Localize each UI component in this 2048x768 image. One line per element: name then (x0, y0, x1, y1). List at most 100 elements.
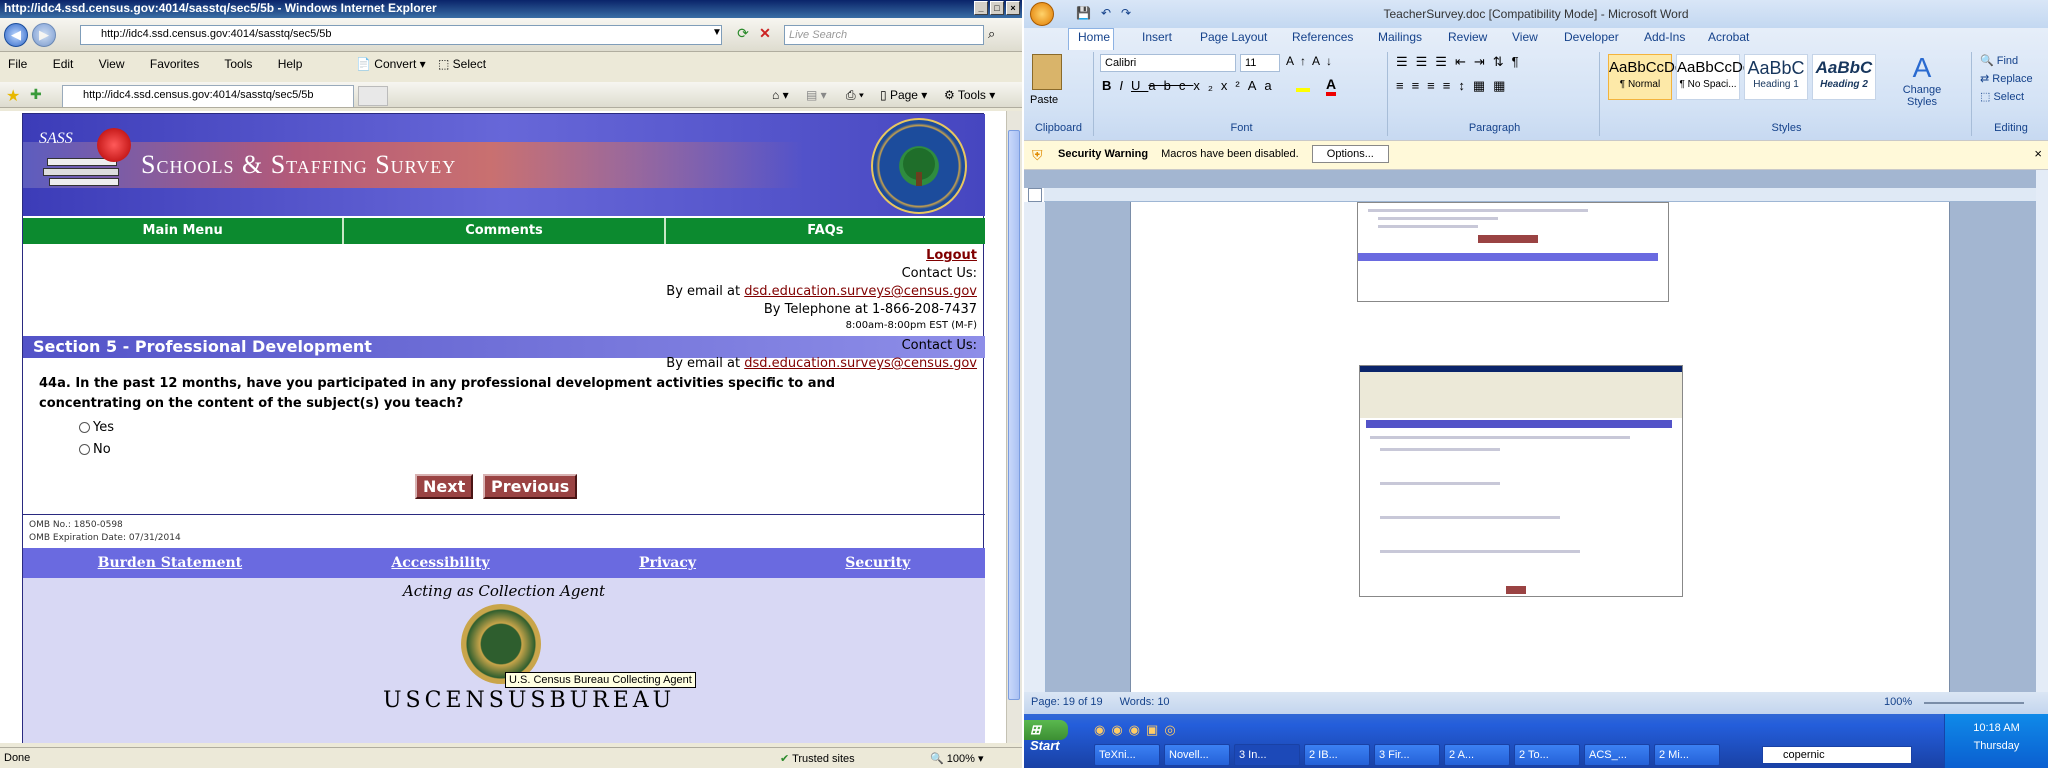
page-menu[interactable]: ▯ Page ▾ (880, 88, 927, 102)
word-scrollbar[interactable] (2036, 170, 2048, 692)
zoom-slider[interactable] (1924, 702, 2024, 704)
task-ib[interactable]: 2 IB... (1304, 744, 1370, 766)
address-bar[interactable]: http://idc4.ssd.census.gov:4014/sasstq/s… (80, 25, 722, 45)
font-color-icon[interactable]: A (1326, 76, 1337, 96)
radio-yes[interactable] (79, 422, 90, 433)
replace-button[interactable]: ⇄ Replace (1980, 72, 2033, 85)
security-link[interactable]: Security (845, 555, 910, 571)
minimize-button[interactable]: _ (974, 1, 988, 15)
menu-view[interactable]: View (99, 57, 125, 71)
grow-shrink-icons[interactable]: A↑A↓ (1286, 54, 1338, 68)
find-button[interactable]: 🔍 Find (1980, 54, 2018, 67)
copernic-search[interactable]: copernic (1762, 746, 1912, 764)
task-ie[interactable]: 3 In... (1234, 744, 1300, 766)
back-icon[interactable]: ◀ (4, 23, 28, 47)
refresh-icon[interactable]: ⟳ (734, 25, 752, 45)
tools-menu[interactable]: ⚙ Tools ▾ (944, 88, 995, 102)
task-to[interactable]: 2 To... (1514, 744, 1580, 766)
select-button[interactable]: ⬚ Select (438, 57, 486, 71)
close-button[interactable]: × (1006, 1, 1020, 15)
home-icon[interactable]: ⌂ ▾ (772, 88, 789, 102)
print-icon[interactable]: ⎙ ▾ (846, 88, 864, 103)
radio-no[interactable] (79, 444, 90, 455)
font-size-box[interactable]: 11 (1240, 54, 1280, 72)
style-no-spacing[interactable]: AaBbCcDc ¶ No Spaci... (1676, 54, 1750, 100)
task-acrobat[interactable]: 2 A... (1444, 744, 1510, 766)
tab-insert[interactable]: Insert (1142, 30, 1172, 44)
option-no[interactable]: No (79, 442, 111, 457)
align-icons[interactable]: ≡≡≡≡↕▦▦ (1396, 78, 1513, 94)
burden-statement-link[interactable]: Burden Statement (98, 555, 243, 571)
paste-label[interactable]: Paste (1030, 94, 1058, 106)
tab-page-layout[interactable]: Page Layout (1200, 30, 1267, 44)
menu-favorites[interactable]: Favorites (150, 57, 199, 71)
previous-button[interactable]: Previous (483, 474, 578, 499)
option-yes[interactable]: Yes (79, 420, 114, 435)
menu-file[interactable]: File (8, 57, 27, 71)
menu-edit[interactable]: Edit (53, 57, 74, 71)
ie-zoom[interactable]: 🔍 100% ▾ (930, 752, 983, 765)
clock-time[interactable]: 10:18 AM (1945, 722, 2048, 734)
forward-icon[interactable]: ▶ (32, 23, 56, 47)
list-icons[interactable]: ☰☰☰⇤⇥⇅¶ (1396, 54, 1527, 70)
task-firefox[interactable]: 3 Fir... (1374, 744, 1440, 766)
word-count[interactable]: Words: 10 (1120, 696, 1170, 708)
stop-icon[interactable]: ✕ (756, 25, 774, 45)
quick-launch-icons[interactable]: ◉◉◉▣◎ (1094, 722, 1182, 738)
style-heading-2[interactable]: AaBbC Heading 2 (1812, 54, 1876, 100)
tab-view[interactable]: View (1512, 30, 1538, 44)
next-button[interactable]: Next (415, 474, 474, 499)
select-button-word[interactable]: ⬚ Select (1980, 90, 2024, 103)
menu-tools[interactable]: Tools (224, 57, 252, 71)
contact-label-2: Contact Us: (901, 338, 977, 353)
tab-review[interactable]: Review (1448, 30, 1487, 44)
tab-acrobat[interactable]: Acrobat (1708, 30, 1749, 44)
feeds-icon[interactable]: ▤ ▾ (806, 88, 827, 102)
close-bar-icon[interactable]: × (2034, 146, 2042, 161)
address-dropdown-icon[interactable]: ▼ (712, 27, 722, 38)
paste-icon[interactable] (1032, 54, 1062, 90)
task-novell[interactable]: Novell... (1164, 744, 1230, 766)
start-button[interactable]: ⊞ Start (1024, 720, 1068, 753)
style-heading-1[interactable]: AaBbC Heading 1 (1744, 54, 1808, 100)
ie-title: http://idc4.ssd.census.gov:4014/sasstq/s… (4, 1, 437, 15)
logout-link[interactable]: Logout (926, 248, 977, 263)
options-button[interactable]: Options... (1311, 145, 1389, 163)
email-link[interactable]: dsd.education.surveys@census.gov (744, 284, 977, 299)
style-normal[interactable]: AaBbCcDc ¶ Normal (1608, 54, 1682, 100)
change-styles-button[interactable]: A Change Styles (1892, 52, 1952, 108)
tab-references[interactable]: References (1292, 30, 1353, 44)
page-scroll-thumb[interactable] (1008, 130, 1020, 700)
nav-faqs[interactable]: FAQs (666, 218, 985, 244)
task-word[interactable]: 2 Mi... (1654, 744, 1720, 766)
page-count[interactable]: Page: 19 of 19 (1031, 696, 1103, 708)
task-texnic[interactable]: TeXni... (1094, 744, 1160, 766)
security-bar: ⛨ Security Warning Macros have been disa… (1024, 140, 2048, 170)
word-zoom[interactable]: 100% (1884, 696, 1912, 708)
tab-add-ins[interactable]: Add-Ins (1644, 30, 1685, 44)
email-link-2[interactable]: dsd.education.surveys@census.gov (744, 356, 977, 371)
nav-main-menu[interactable]: Main Menu (23, 218, 345, 244)
nav-comments[interactable]: Comments (344, 218, 666, 244)
maximize-button[interactable]: □ (990, 1, 1004, 15)
privacy-link[interactable]: Privacy (639, 555, 696, 571)
search-input[interactable]: Live Search (784, 25, 984, 45)
menu-help[interactable]: Help (278, 57, 303, 71)
font-name-box[interactable]: Calibri (1100, 54, 1236, 72)
task-acs[interactable]: ACS_... (1584, 744, 1650, 766)
search-icon[interactable]: ⌕ (988, 26, 995, 42)
browser-tab[interactable]: http://idc4.ssd.census.gov:4014/sasstq/s… (62, 85, 354, 107)
accessibility-link[interactable]: Accessibility (391, 555, 489, 571)
tab-mailings[interactable]: Mailings (1378, 30, 1422, 44)
convert-button[interactable]: 📄 Convert ▾ (356, 57, 426, 71)
add-favorite-icon[interactable]: ✚ (30, 86, 42, 103)
new-tab-button[interactable] (358, 86, 388, 106)
highlight-icon[interactable] (1296, 78, 1310, 92)
tab-developer[interactable]: Developer (1564, 30, 1619, 44)
word-window: 💾↶↷ TeacherSurvey.doc [Compatibility Mod… (1024, 0, 2048, 768)
format-icons[interactable]: BIUabcx₂x²Aa (1102, 78, 1280, 93)
favorites-star-icon[interactable]: ★ (6, 86, 20, 106)
document-page[interactable] (1130, 202, 1950, 692)
tab-home[interactable]: Home (1078, 30, 1110, 44)
tab-selector-icon[interactable] (1028, 188, 1042, 202)
